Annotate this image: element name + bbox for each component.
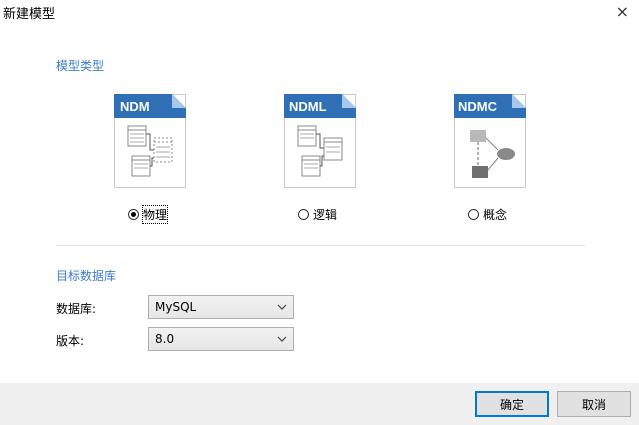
window-title: 新建模型 [3, 7, 56, 22]
radio-indicator-logical[interactable] [298, 209, 309, 220]
chevron-down-icon [277, 336, 287, 342]
target-db-heading: 目标数据库 [56, 269, 117, 283]
database-select[interactable]: MySQL [148, 295, 294, 319]
database-select-value: MySQL [155, 300, 197, 314]
radio-label-logical: 逻辑 [313, 208, 338, 222]
radio-indicator-conceptual[interactable] [468, 209, 479, 220]
radio-logical[interactable]: 逻辑 [298, 206, 337, 223]
ndmc-conceptual-icon: NDMC [454, 94, 526, 188]
chevron-down-icon [277, 304, 287, 310]
ndml-logical-icon: NDML [284, 94, 356, 188]
section-divider [56, 245, 585, 246]
version-label: 版本: [56, 334, 85, 348]
version-select-value: 8.0 [155, 332, 175, 346]
ok-button[interactable]: 确定 [475, 391, 549, 417]
badge-text-ndml: NDML [289, 99, 327, 114]
close-icon[interactable]: × [616, 2, 629, 21]
radio-label-physical: 物理 [141, 205, 169, 224]
database-label: 数据库: [56, 302, 97, 316]
badge-text-ndmc: NDMC [458, 99, 498, 114]
model-type-heading: 模型类型 [56, 59, 105, 73]
version-select[interactable]: 8.0 [148, 327, 294, 351]
radio-physical[interactable]: 物理 [128, 205, 169, 224]
radio-conceptual[interactable]: 概念 [468, 206, 507, 223]
cancel-button[interactable]: 取消 [557, 391, 631, 417]
radio-indicator-physical[interactable] [128, 209, 139, 220]
radio-label-conceptual: 概念 [483, 208, 508, 222]
badge-text-ndm: NDM [120, 99, 150, 114]
ndm-physical-icon: NDM [114, 94, 186, 188]
